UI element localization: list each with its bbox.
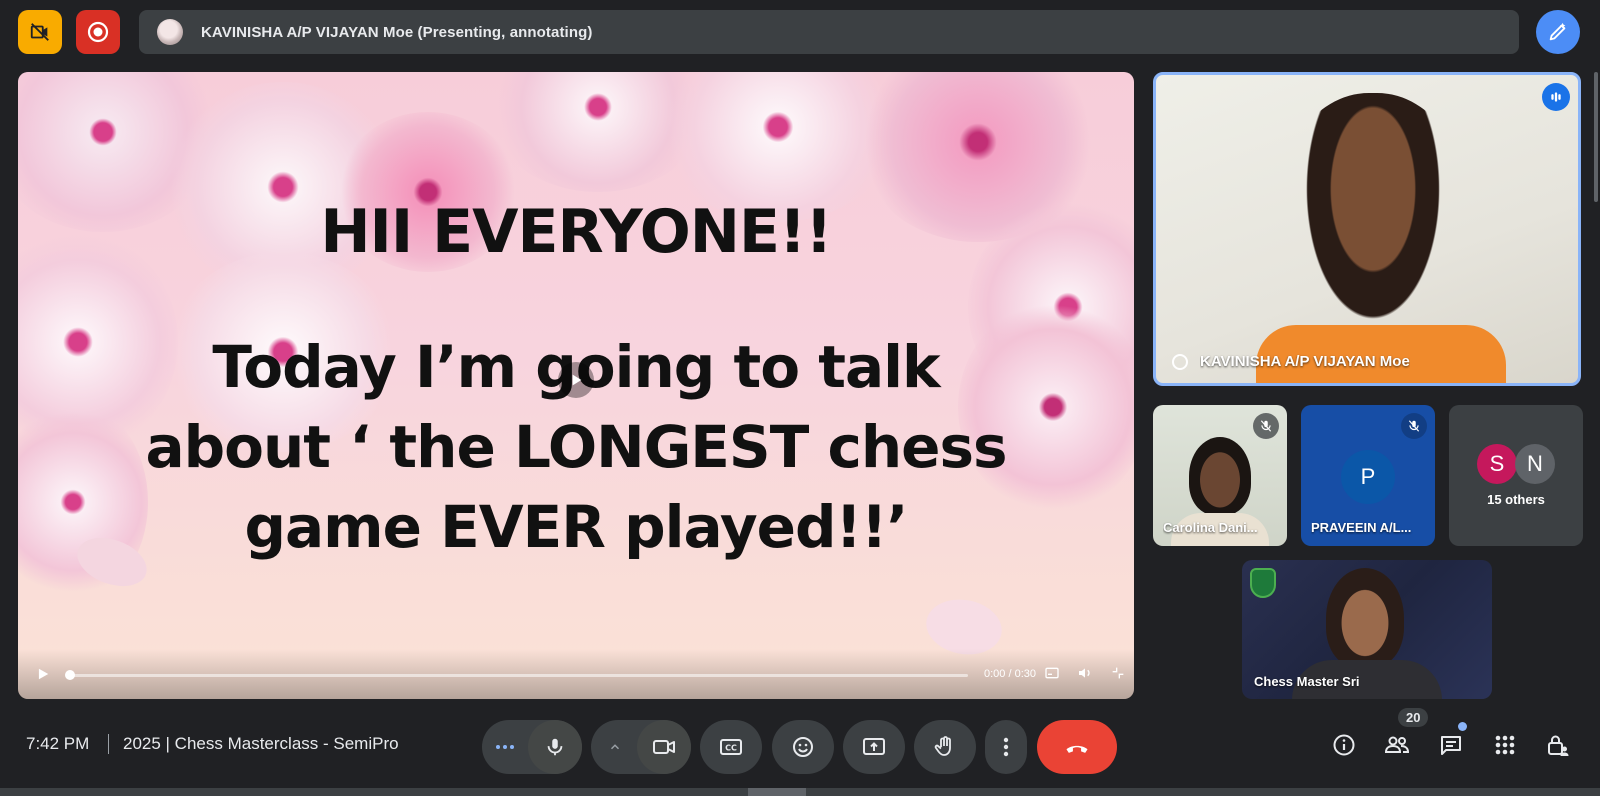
pen-edit-icon (1549, 22, 1566, 41)
raise-hand-button[interactable] (914, 720, 976, 774)
more-horizontal-icon (496, 745, 514, 749)
hand-icon (934, 736, 951, 756)
participant-tile-others[interactable]: S N 15 others (1449, 405, 1583, 546)
participant-tile-presenter[interactable]: KAVINISHA A/P VIJAYAN Moe (1153, 72, 1581, 386)
slide-body-line: about ‘ the LONGEST chess (145, 413, 1007, 481)
audio-control-group (482, 720, 582, 774)
clock: 7:42 PM (26, 734, 90, 753)
chat-icon (1441, 736, 1461, 755)
muted-indicator (1253, 413, 1279, 439)
present-screen-icon (863, 738, 885, 755)
play-icon (38, 668, 49, 680)
presentation-slide: HII EVERYONE!! Today I’m going to talk a… (18, 72, 1134, 699)
captions-button[interactable]: CC (700, 720, 762, 774)
muted-indicator (1401, 413, 1427, 439)
svg-text:CC: CC (725, 744, 737, 753)
meeting-title: 2025 | Chess Masterclass - SemiPro (123, 734, 399, 753)
record-button[interactable] (76, 10, 120, 54)
more-options-button[interactable] (985, 720, 1027, 774)
no-video-icon (30, 23, 49, 41)
closed-captions-icon: CC (720, 739, 742, 755)
participant-video (1189, 437, 1251, 515)
participant-tile-carolina[interactable]: Carolina Dani... (1153, 405, 1287, 546)
meeting-details-button[interactable] (1329, 730, 1359, 760)
participant-tile-praveein[interactable]: P PRAVEEIN A/L... (1301, 405, 1435, 546)
video-options-button[interactable] (603, 735, 627, 759)
avatar: P (1341, 450, 1395, 504)
mic-off-icon (1408, 420, 1420, 432)
participant-video (1326, 568, 1404, 668)
subtitles-icon (1045, 667, 1059, 679)
horizontal-scrollbar[interactable] (0, 788, 1600, 796)
participant-name: PRAVEEIN A/L... (1311, 520, 1412, 535)
participant-name: Carolina Dani... (1163, 520, 1258, 535)
record-icon (87, 21, 109, 43)
people-icon (1384, 736, 1410, 753)
microphone-button[interactable] (528, 720, 582, 774)
activities-button[interactable] (1490, 730, 1520, 760)
speaking-indicator (1542, 83, 1570, 111)
video-progress-track[interactable] (65, 670, 968, 680)
play-icon (572, 374, 582, 386)
annotate-button[interactable] (1536, 10, 1580, 54)
video-control-group (591, 720, 691, 774)
camera-off-button[interactable] (18, 10, 62, 54)
divider (108, 734, 109, 754)
mic-off-icon (1260, 420, 1272, 432)
more-vertical-icon (1003, 737, 1009, 757)
video-time: 0:00 / 0:30 (984, 668, 1036, 680)
exit-fullscreen-button[interactable] (1110, 665, 1126, 686)
leave-call-button[interactable] (1037, 720, 1117, 774)
more-audio-options-button[interactable] (492, 735, 518, 759)
end-call-icon (1066, 745, 1088, 753)
presenting-icon (1172, 354, 1188, 370)
present-screen-button[interactable] (843, 720, 905, 774)
logo-badge (1250, 568, 1276, 598)
video-progress-handle[interactable] (65, 670, 75, 680)
presenter-banner: KAVINISHA A/P VIJAYAN Moe (Presenting, a… (139, 10, 1519, 54)
avatar: S (1477, 444, 1517, 484)
audio-level-icon (1551, 92, 1561, 102)
bottom-bar: 7:42 PM 2025 | Chess Masterclass - SemiP… (0, 708, 1600, 796)
slide-body-line: game EVER played!!’ (244, 493, 909, 561)
scrollbar-thumb[interactable] (748, 788, 806, 796)
scrollbar[interactable] (1594, 72, 1598, 202)
others-count-label: 15 others (1487, 492, 1545, 507)
participant-name: KAVINISHA A/P VIJAYAN Moe (1200, 353, 1410, 370)
participant-count-badge: 20 (1398, 708, 1429, 727)
presenter-status-text: KAVINISHA A/P VIJAYAN Moe (Presenting, a… (201, 23, 593, 41)
exit-fullscreen-icon (1112, 667, 1124, 679)
avatar (157, 19, 183, 45)
chat-button[interactable] (1436, 730, 1466, 760)
top-bar: KAVINISHA A/P VIJAYAN Moe (Presenting, a… (0, 0, 1600, 64)
video-controls: 0:00 / 0:30 (18, 649, 1134, 699)
microphone-icon (547, 738, 563, 756)
participant-tile-sri[interactable]: Chess Master Sri (1242, 560, 1492, 699)
lock-person-icon (1548, 735, 1569, 756)
camera-button[interactable] (637, 720, 691, 774)
avatar: N (1515, 444, 1555, 484)
info-icon (1333, 734, 1355, 756)
volume-icon (1079, 668, 1090, 678)
video-play-button[interactable] (36, 667, 50, 686)
people-button[interactable] (1382, 730, 1412, 760)
apps-grid-icon (1495, 735, 1515, 755)
center-play-button[interactable] (558, 362, 594, 398)
volume-button[interactable] (1077, 665, 1093, 686)
subtitles-button[interactable] (1044, 665, 1060, 686)
slide-heading: HII EVERYONE!! (320, 197, 832, 267)
chevron-up-icon (610, 744, 620, 750)
emoji-icon (793, 737, 813, 757)
reactions-button[interactable] (772, 720, 834, 774)
participant-name: Chess Master Sri (1254, 674, 1360, 689)
host-controls-button[interactable] (1543, 730, 1573, 760)
video-camera-icon (653, 740, 675, 754)
